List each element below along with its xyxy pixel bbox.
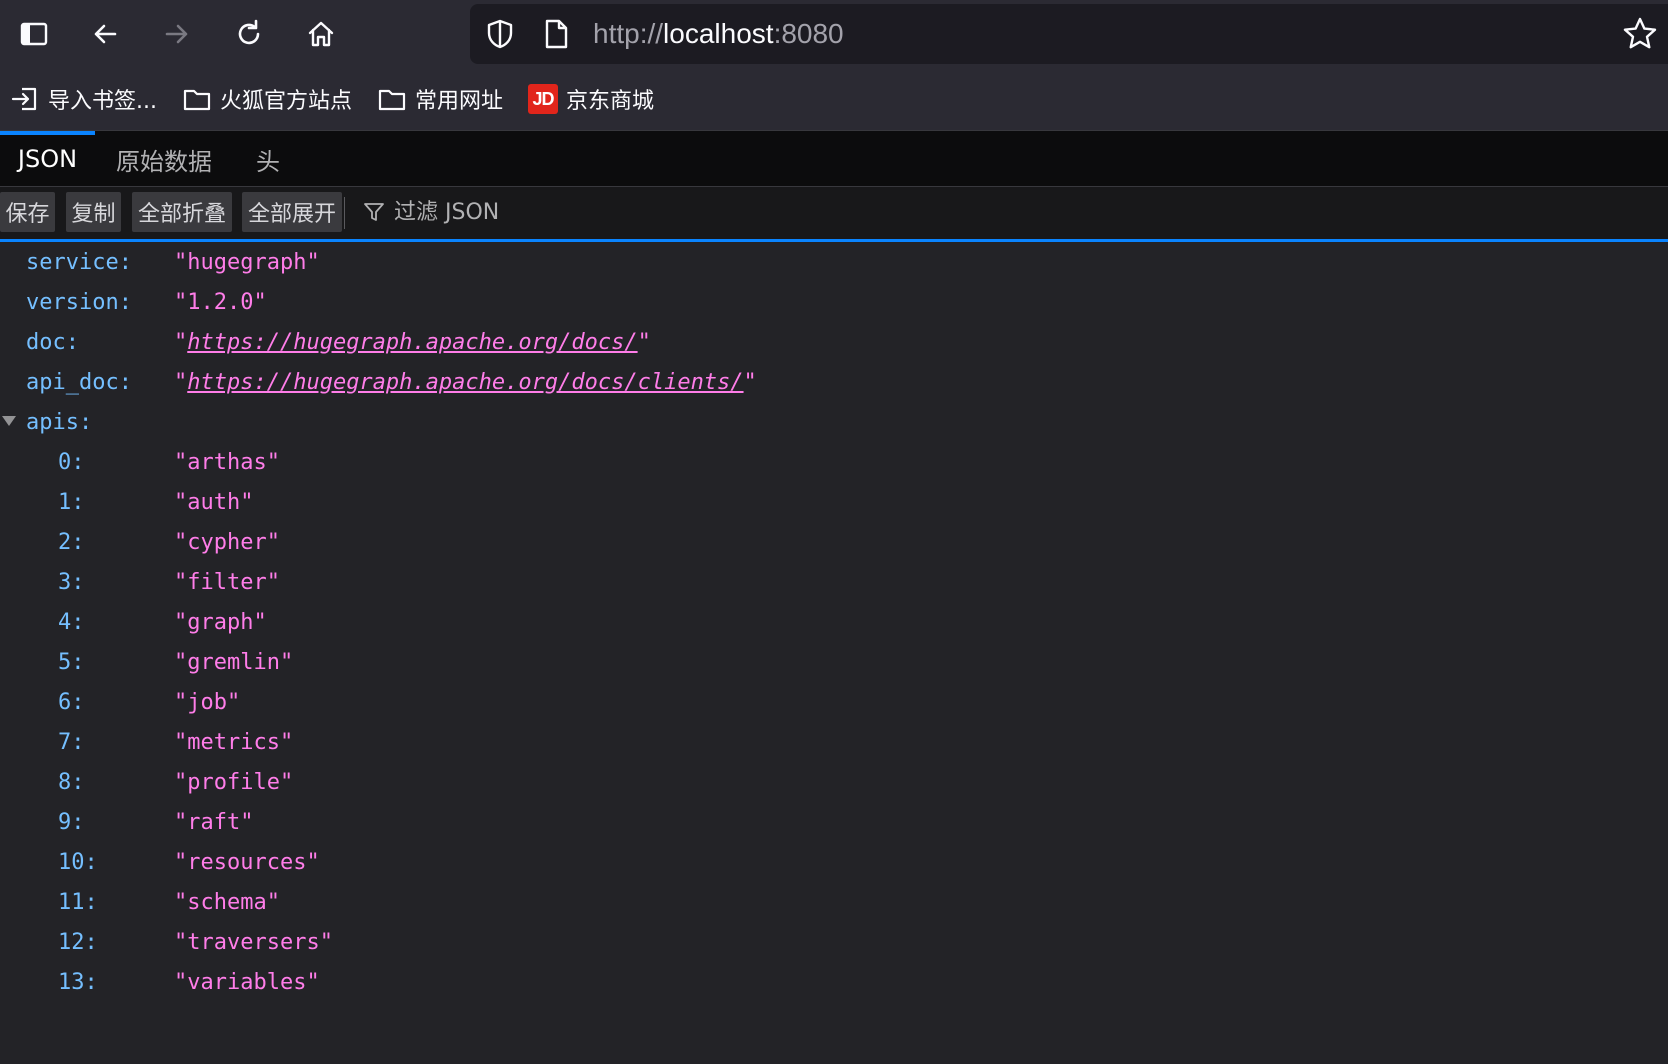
json-index: 1: [58, 489, 85, 515]
bookmark-label: 常用网址 [415, 89, 504, 114]
json-value: "metrics" [174, 729, 294, 755]
json-value: "hugegraph" [174, 249, 320, 275]
bookmark-star-icon[interactable] [1622, 16, 1658, 52]
expand-all-button[interactable]: 全部展开 [242, 192, 342, 232]
bookmark-firefox-sites[interactable]: 火狐官方站点 [182, 81, 352, 117]
import-icon [11, 87, 37, 111]
json-value: "auth" [174, 489, 254, 515]
filter-input[interactable] [394, 199, 734, 225]
url-scheme: http:// [593, 18, 664, 49]
json-value: "https://hugegraph.apache.org/docs/clien… [174, 369, 757, 395]
forward-button[interactable] [155, 12, 199, 56]
json-index: 4: [58, 609, 85, 635]
sidebar-icon [20, 22, 48, 46]
json-value: "graph" [174, 609, 267, 635]
folder-icon [183, 89, 211, 111]
bookmark-common-sites[interactable]: 常用网址 [377, 81, 503, 117]
json-value: "job" [174, 689, 241, 715]
json-index: 12: [58, 929, 98, 955]
shield-icon[interactable] [484, 18, 516, 50]
sidebar-toggle-button[interactable] [12, 12, 56, 56]
bookmark-jd[interactable]: JD 京东商城 [528, 81, 654, 117]
json-key: apis: [26, 409, 93, 435]
json-key: service: [26, 249, 132, 275]
save-button[interactable]: 保存 [0, 192, 55, 232]
json-value: "variables" [174, 969, 320, 995]
json-index: 13: [58, 969, 98, 995]
json-row-apis[interactable]: apis: [0, 402, 1668, 442]
url-text[interactable]: http://localhost:8080 [593, 18, 844, 50]
json-index: 10: [58, 849, 98, 875]
forward-arrow-icon [165, 24, 188, 44]
json-index: 0: [58, 449, 85, 475]
json-value: "https://hugegraph.apache.org/docs/" [174, 329, 651, 355]
bookmark-label: 导入书签... [48, 89, 157, 114]
json-index: 9: [58, 809, 85, 835]
url-bar[interactable]: http://localhost:8080 [470, 4, 1668, 64]
bookmark-label: 京东商城 [566, 89, 655, 114]
tab-headers[interactable]: 头 [248, 131, 288, 187]
json-key: api_doc: [26, 369, 132, 395]
json-value: "schema" [174, 889, 280, 915]
json-value: "arthas" [174, 449, 280, 475]
json-index: 3: [58, 569, 85, 595]
json-index: 6: [58, 689, 85, 715]
collapse-all-button[interactable]: 全部折叠 [132, 192, 232, 232]
tab-json[interactable]: JSON [0, 131, 95, 187]
json-index: 5: [58, 649, 85, 675]
json-key: version: [26, 289, 132, 315]
json-value: "gremlin" [174, 649, 294, 675]
bookmark-label: 火狐官方站点 [220, 89, 353, 114]
tab-raw-data[interactable]: 原始数据 [108, 131, 220, 187]
json-value: "resources" [174, 849, 320, 875]
reload-button[interactable] [227, 12, 271, 56]
doc-link[interactable]: https://hugegraph.apache.org/docs/ [187, 330, 637, 355]
reload-icon [238, 19, 260, 45]
json-value: "cypher" [174, 529, 280, 555]
copy-button[interactable]: 复制 [66, 192, 121, 232]
json-value: "raft" [174, 809, 254, 835]
json-toolbar: 保存 复制 全部折叠 全部展开 [0, 186, 1668, 242]
json-index: 2: [58, 529, 85, 555]
json-tree: service: "hugegraph" version: "1.2.0" do… [0, 242, 1668, 1064]
json-index: 11: [58, 889, 98, 915]
url-port: :8080 [773, 18, 844, 49]
page-icon[interactable] [540, 18, 572, 50]
json-value: "filter" [174, 569, 280, 595]
json-index: 7: [58, 729, 85, 755]
api-doc-link[interactable]: https://hugegraph.apache.org/docs/client… [187, 370, 743, 395]
json-value: "1.2.0" [174, 289, 267, 315]
json-value: "traversers" [174, 929, 333, 955]
filter-field[interactable] [362, 192, 762, 232]
collapse-triangle-icon[interactable] [2, 416, 16, 426]
url-host: localhost [663, 18, 774, 49]
jd-logo: JD [528, 84, 558, 114]
bookmark-import[interactable]: 导入书签... [10, 81, 157, 117]
browser-navbar: http://localhost:8080 [0, 0, 1668, 68]
back-arrow-icon [94, 24, 117, 44]
toolbar-divider [344, 197, 345, 229]
bookmarks-toolbar: 导入书签... 火狐官方站点 常用网址 JD 京东商城 [0, 68, 1668, 130]
json-index: 8: [58, 769, 85, 795]
back-button[interactable] [83, 12, 127, 56]
home-button[interactable] [299, 12, 343, 56]
home-icon [308, 21, 334, 47]
json-key: doc: [26, 329, 79, 355]
folder-icon [378, 89, 406, 111]
json-viewer-tabs: JSON 原始数据 头 [0, 130, 1668, 186]
filter-icon [364, 203, 384, 221]
json-value: "profile" [174, 769, 294, 795]
